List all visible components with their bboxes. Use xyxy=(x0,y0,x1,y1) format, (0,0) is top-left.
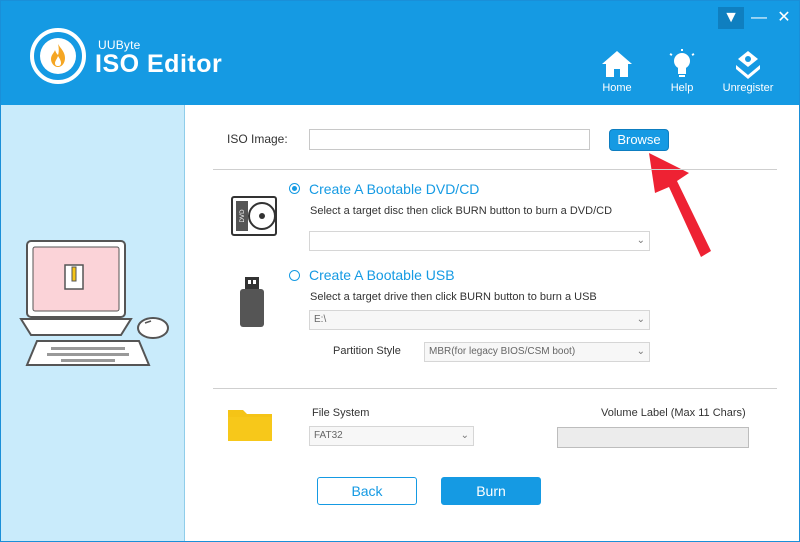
dvd-radio[interactable] xyxy=(289,183,300,194)
chevron-down-icon: ⌄ xyxy=(636,346,645,357)
partition-style-label: Partition Style xyxy=(333,345,401,357)
burn-button[interactable]: Burn xyxy=(441,477,541,505)
unregister-label: Unregister xyxy=(722,82,774,94)
sidebar xyxy=(1,105,185,541)
usb-option-description: Select a target drive then click BURN bu… xyxy=(310,291,597,303)
dropdown-menu-button[interactable]: ▼ xyxy=(718,7,744,29)
unregister-icon xyxy=(736,51,760,79)
header-bar: UUByte ISO Editor ▼ — ✕ Home Help Unregi… xyxy=(1,1,799,105)
dvd-drive-icon: DVD xyxy=(231,196,277,236)
iso-image-field[interactable] xyxy=(309,129,590,150)
partition-style-select[interactable]: MBR(for legacy BIOS/CSM boot) ⌄ xyxy=(424,342,650,362)
app-window: UUByte ISO Editor ▼ — ✕ Home Help Unregi… xyxy=(0,0,800,542)
divider xyxy=(213,388,777,389)
dvd-option-title[interactable]: Create A Bootable DVD/CD xyxy=(309,181,479,197)
usb-drive-value: E:\ xyxy=(314,314,327,325)
volume-label-label: Volume Label (Max 11 Chars) xyxy=(601,407,746,419)
home-label: Home xyxy=(602,82,632,94)
volume-label-input[interactable] xyxy=(557,427,749,448)
computer-illustration xyxy=(19,240,169,366)
app-title: ISO Editor xyxy=(95,50,223,78)
lightbulb-icon xyxy=(669,49,695,77)
usb-option-title[interactable]: Create A Bootable USB xyxy=(309,267,455,283)
home-button[interactable]: Home xyxy=(587,49,647,99)
minimize-button[interactable]: — xyxy=(746,7,772,29)
divider xyxy=(213,169,777,170)
file-system-label: File System xyxy=(312,407,370,419)
chevron-down-icon: ⌄ xyxy=(636,314,645,325)
back-button[interactable]: Back xyxy=(317,477,417,505)
home-icon xyxy=(602,51,632,77)
chevron-down-icon: ⌄ xyxy=(460,430,469,441)
help-label: Help xyxy=(670,82,694,94)
dvd-target-select[interactable]: ⌄ xyxy=(309,231,650,251)
iso-image-label: ISO Image: xyxy=(227,132,288,146)
svg-text:DVD: DVD xyxy=(239,209,246,223)
dvd-option-description: Select a target disc then click BURN but… xyxy=(310,205,613,217)
folder-icon xyxy=(228,410,272,441)
file-system-select[interactable]: FAT32 ⌄ xyxy=(309,426,474,446)
usb-drive-icon xyxy=(240,277,264,327)
annotation-arrow xyxy=(649,153,711,257)
help-button[interactable]: Help xyxy=(652,49,712,99)
usb-drive-select[interactable]: E:\ ⌄ xyxy=(309,310,650,330)
unregister-button[interactable]: Unregister xyxy=(718,49,778,99)
flame-icon xyxy=(51,44,65,67)
browse-button[interactable]: Browse xyxy=(609,129,669,151)
app-logo xyxy=(30,28,86,84)
file-system-value: FAT32 xyxy=(314,430,343,441)
partition-style-value: MBR(for legacy BIOS/CSM boot) xyxy=(429,346,576,357)
close-button[interactable]: ✕ xyxy=(771,7,797,29)
usb-radio[interactable] xyxy=(289,270,300,281)
chevron-down-icon: ⌄ xyxy=(636,235,645,246)
